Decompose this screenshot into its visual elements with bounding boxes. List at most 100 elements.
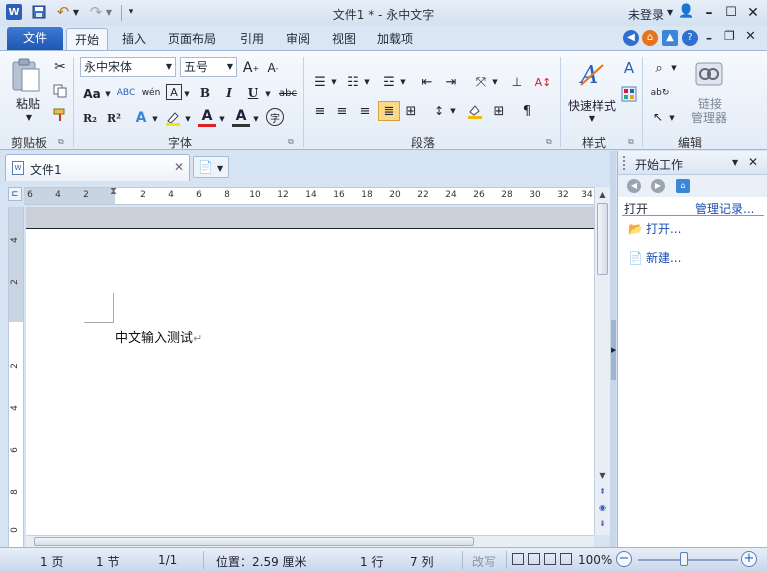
- zoom-slider-thumb[interactable]: [680, 552, 688, 566]
- document-tab[interactable]: W 文件1 ✕: [5, 154, 190, 181]
- bullets-icon[interactable]: ☰: [311, 73, 329, 91]
- enclose-character-button[interactable]: 字: [266, 108, 284, 126]
- home-icon[interactable]: ⌂: [676, 179, 690, 193]
- forward-icon[interactable]: ▶: [651, 179, 665, 193]
- copy-icon[interactable]: [52, 83, 68, 99]
- clipboard-launcher-icon[interactable]: ⧉: [58, 137, 64, 147]
- scroll-down-icon[interactable]: ▼: [596, 469, 609, 483]
- tab-home[interactable]: 开始: [66, 28, 108, 50]
- vertical-scrollbar[interactable]: ▲ ▼ ⇞ ◉ ⇟: [594, 187, 610, 535]
- sort-icon[interactable]: A↕: [534, 73, 552, 91]
- next-page-icon[interactable]: ⇟: [596, 517, 609, 531]
- back-icon[interactable]: ◀: [623, 30, 639, 46]
- chevron-down-icon[interactable]: ▼: [183, 89, 191, 99]
- status-column[interactable]: 7 列: [410, 553, 433, 570]
- tab-addins[interactable]: 加载项: [370, 28, 420, 50]
- vertical-scroll-thumb[interactable]: [597, 203, 608, 275]
- outline-view-icon[interactable]: [528, 553, 540, 565]
- character-shading-button[interactable]: A: [232, 107, 250, 127]
- status-page-count[interactable]: 1/1: [158, 553, 177, 567]
- web-view-icon[interactable]: [544, 553, 556, 565]
- chevron-down-icon[interactable]: ▼: [218, 114, 226, 124]
- chevron-down-icon[interactable]: ▼: [330, 77, 338, 87]
- chevron-down-icon[interactable]: ▼: [104, 89, 112, 99]
- paragraph-shading-icon[interactable]: [466, 102, 484, 120]
- justify-icon[interactable]: ≣: [378, 101, 400, 121]
- tab-file[interactable]: 文件: [7, 27, 63, 50]
- tab-view[interactable]: 视图: [324, 28, 364, 50]
- underline-button[interactable]: U: [244, 84, 262, 102]
- overtype-indicator[interactable]: 改写: [472, 553, 496, 570]
- align-right-icon[interactable]: ≡: [356, 102, 374, 120]
- quick-styles-icon[interactable]: A: [577, 59, 607, 92]
- zoom-level[interactable]: 100%: [578, 553, 612, 567]
- style-palette-icon[interactable]: [620, 85, 638, 103]
- grow-font-button[interactable]: A +: [242, 59, 260, 77]
- login-status[interactable]: 未登录: [628, 6, 664, 23]
- line-spacing-icon[interactable]: ↕: [430, 102, 448, 120]
- browse-object-icon[interactable]: ◉: [596, 501, 609, 515]
- back-icon[interactable]: ◀: [627, 179, 641, 193]
- home-icon[interactable]: ⌂: [642, 30, 658, 46]
- zoom-out-icon[interactable]: −: [616, 551, 632, 567]
- status-position[interactable]: 位置：2.59 厘米: [216, 553, 307, 570]
- superscript-button[interactable]: R²: [104, 109, 124, 127]
- multilevel-list-icon[interactable]: ☲: [380, 73, 398, 91]
- chevron-down-icon[interactable]: ▼: [732, 158, 738, 167]
- asian-layout-icon[interactable]: ⤧: [472, 73, 490, 91]
- chevron-down-icon[interactable]: ▼: [491, 77, 499, 87]
- highlight-icon[interactable]: [164, 109, 182, 127]
- chevron-down-icon[interactable]: ▼: [449, 106, 457, 116]
- document-body[interactable]: 中文输入测试↵: [115, 327, 202, 346]
- cut-icon[interactable]: ✂: [52, 59, 68, 75]
- close-document-button[interactable]: ✕: [745, 29, 756, 44]
- chevron-down-icon[interactable]: ▼: [399, 77, 407, 87]
- italic-button[interactable]: I: [220, 84, 238, 102]
- close-icon[interactable]: ✕: [748, 155, 758, 169]
- numbering-icon[interactable]: ☷: [344, 73, 362, 91]
- zoom-in-icon[interactable]: +: [741, 551, 757, 567]
- select-icon[interactable]: ↖: [650, 109, 666, 125]
- link-manager-line2[interactable]: 管理器: [686, 109, 732, 125]
- chevron-down-icon[interactable]: ▼: [587, 113, 597, 123]
- chevron-down-icon[interactable]: ▼: [264, 89, 272, 99]
- paste-icon[interactable]: [10, 57, 42, 96]
- paragraph-launcher-icon[interactable]: ⧉: [546, 137, 552, 147]
- user-icon[interactable]: 👤: [678, 4, 694, 19]
- bold-button[interactable]: B: [196, 84, 214, 102]
- chevron-down-icon[interactable]: ▼: [227, 58, 233, 76]
- close-icon[interactable]: ✕: [174, 160, 184, 174]
- font-name-combo[interactable]: 永中宋体 ▼: [80, 57, 176, 77]
- restore-document-button[interactable]: ❐: [724, 29, 735, 43]
- subscript-button[interactable]: R₂: [80, 109, 100, 127]
- upload-icon[interactable]: ▲: [662, 30, 678, 46]
- strikethrough-button[interactable]: abc: [276, 84, 300, 102]
- tab-page-layout[interactable]: 页面布局: [160, 28, 224, 50]
- chevron-down-icon[interactable]: ▼: [166, 58, 172, 76]
- text-effect-icon[interactable]: A: [132, 109, 150, 127]
- document-canvas[interactable]: 中文输入测试↵: [26, 207, 594, 535]
- spell-check-icon[interactable]: ABC: [116, 84, 136, 102]
- chevron-down-icon[interactable]: ▼: [217, 164, 223, 173]
- paste-button[interactable]: 粘贴: [14, 95, 42, 111]
- quick-styles-button[interactable]: 快速样式: [566, 97, 618, 113]
- show-marks-icon[interactable]: ¶: [518, 102, 536, 120]
- format-painter-icon[interactable]: [52, 107, 68, 123]
- style-set-icon[interactable]: A: [620, 59, 638, 77]
- horizontal-scrollbar[interactable]: [26, 535, 594, 547]
- borders-icon[interactable]: ⊞: [490, 102, 508, 120]
- scroll-up-icon[interactable]: ▲: [596, 188, 609, 202]
- login-dropdown-icon[interactable]: ▼: [667, 8, 673, 17]
- tab-insert[interactable]: 插入: [114, 28, 154, 50]
- chevron-down-icon[interactable]: ▼: [151, 114, 159, 124]
- indent-marker-icon[interactable]: ⧗: [110, 186, 117, 197]
- change-case-button[interactable]: Aa: [80, 85, 104, 103]
- status-line[interactable]: 1 行: [360, 553, 383, 570]
- tab-stop-icon[interactable]: ⊥: [508, 73, 526, 91]
- decrease-indent-icon[interactable]: ⇤: [418, 73, 436, 91]
- increase-indent-icon[interactable]: ⇥: [442, 73, 460, 91]
- reading-view-icon[interactable]: [560, 553, 572, 565]
- minimize-ribbon-button[interactable]: –: [706, 31, 712, 45]
- vertical-ruler[interactable]: 4 2 2 4 6 8 0: [8, 207, 24, 547]
- find-icon[interactable]: ⌕: [650, 59, 668, 77]
